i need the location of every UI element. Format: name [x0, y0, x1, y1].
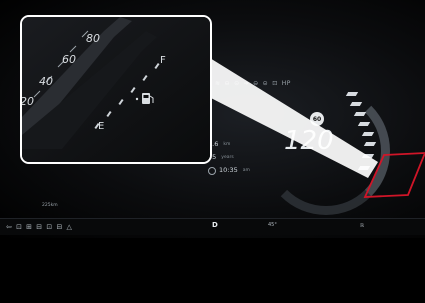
- gauge-segment: [363, 142, 377, 146]
- gauge-segment: [357, 122, 371, 126]
- outside-temp: 45°: [268, 222, 277, 228]
- fuel-empty-label: E: [98, 121, 105, 132]
- fuel-gauge-segments: [345, 92, 385, 192]
- status-icon-5: ⊖: [253, 80, 259, 87]
- arrow-right-icon: ➜: [243, 80, 250, 87]
- lower-status-row: 225km: [42, 203, 422, 208]
- clock-icon: [208, 166, 216, 175]
- gauge-segment: [361, 132, 375, 136]
- trip-info: 5.6 km 45 years 10:35 am: [208, 138, 250, 177]
- instrument-cluster-display: ≋ ⊖ ⊝ ➜ ⊖ ⊝ ⊡ HP 60 120 5.6 km 45 years: [0, 0, 425, 238]
- status-icon-3: ⊝: [234, 80, 240, 87]
- gauge-segment: [349, 102, 363, 106]
- speed-readout: 120: [284, 126, 334, 156]
- trip-a-row: 5.6 km: [208, 138, 250, 151]
- gauge-segment: [357, 166, 371, 170]
- status-icon-strip: ≋ ⊖ ⊝ ➜ ⊖ ⊝ ⊡ HP: [215, 80, 291, 87]
- clock-unit: am: [242, 168, 250, 173]
- hp-label: HP: [281, 80, 291, 87]
- status-icon-2: ⊖: [224, 80, 231, 87]
- zoom-inset: 80 60 40 20 F E: [20, 15, 212, 164]
- trip-b-unit: years: [221, 155, 234, 160]
- clock-row: 10:35 am: [208, 164, 250, 177]
- tick-80: 80: [86, 32, 100, 45]
- speed-limit-badge: 60: [310, 112, 324, 126]
- bottom-right-indicator: ℝ: [360, 223, 364, 229]
- status-icon-7: ⊡: [272, 80, 278, 87]
- fuel-full-label: F: [160, 55, 166, 66]
- range-readout: 225km: [42, 203, 58, 208]
- status-icon-6: ⊝: [262, 80, 269, 87]
- bottom-left-icons: ⇦ ⊡ ⊞ ⊟ ⊡ ⊟ △: [6, 223, 73, 231]
- tick-40: 40: [39, 75, 53, 88]
- status-icon-1: ≋: [215, 80, 221, 87]
- empty-background: [0, 238, 425, 303]
- tick-60: 60: [62, 53, 76, 66]
- trip-b-row: 45 years: [208, 151, 250, 164]
- gauge-segment: [361, 154, 375, 158]
- gear-indicator: D: [212, 221, 218, 229]
- gauge-segment: [353, 112, 367, 116]
- zoom-gauge-art: [22, 17, 210, 162]
- bottom-status-bar: ⇦ ⊡ ⊞ ⊟ ⊡ ⊟ △ D 45° ℝ: [0, 218, 425, 235]
- clock-time: 10:35: [219, 166, 238, 174]
- tick-20: 20: [20, 95, 34, 108]
- gauge-segment: [345, 92, 359, 96]
- trip-a-unit: km: [223, 142, 231, 147]
